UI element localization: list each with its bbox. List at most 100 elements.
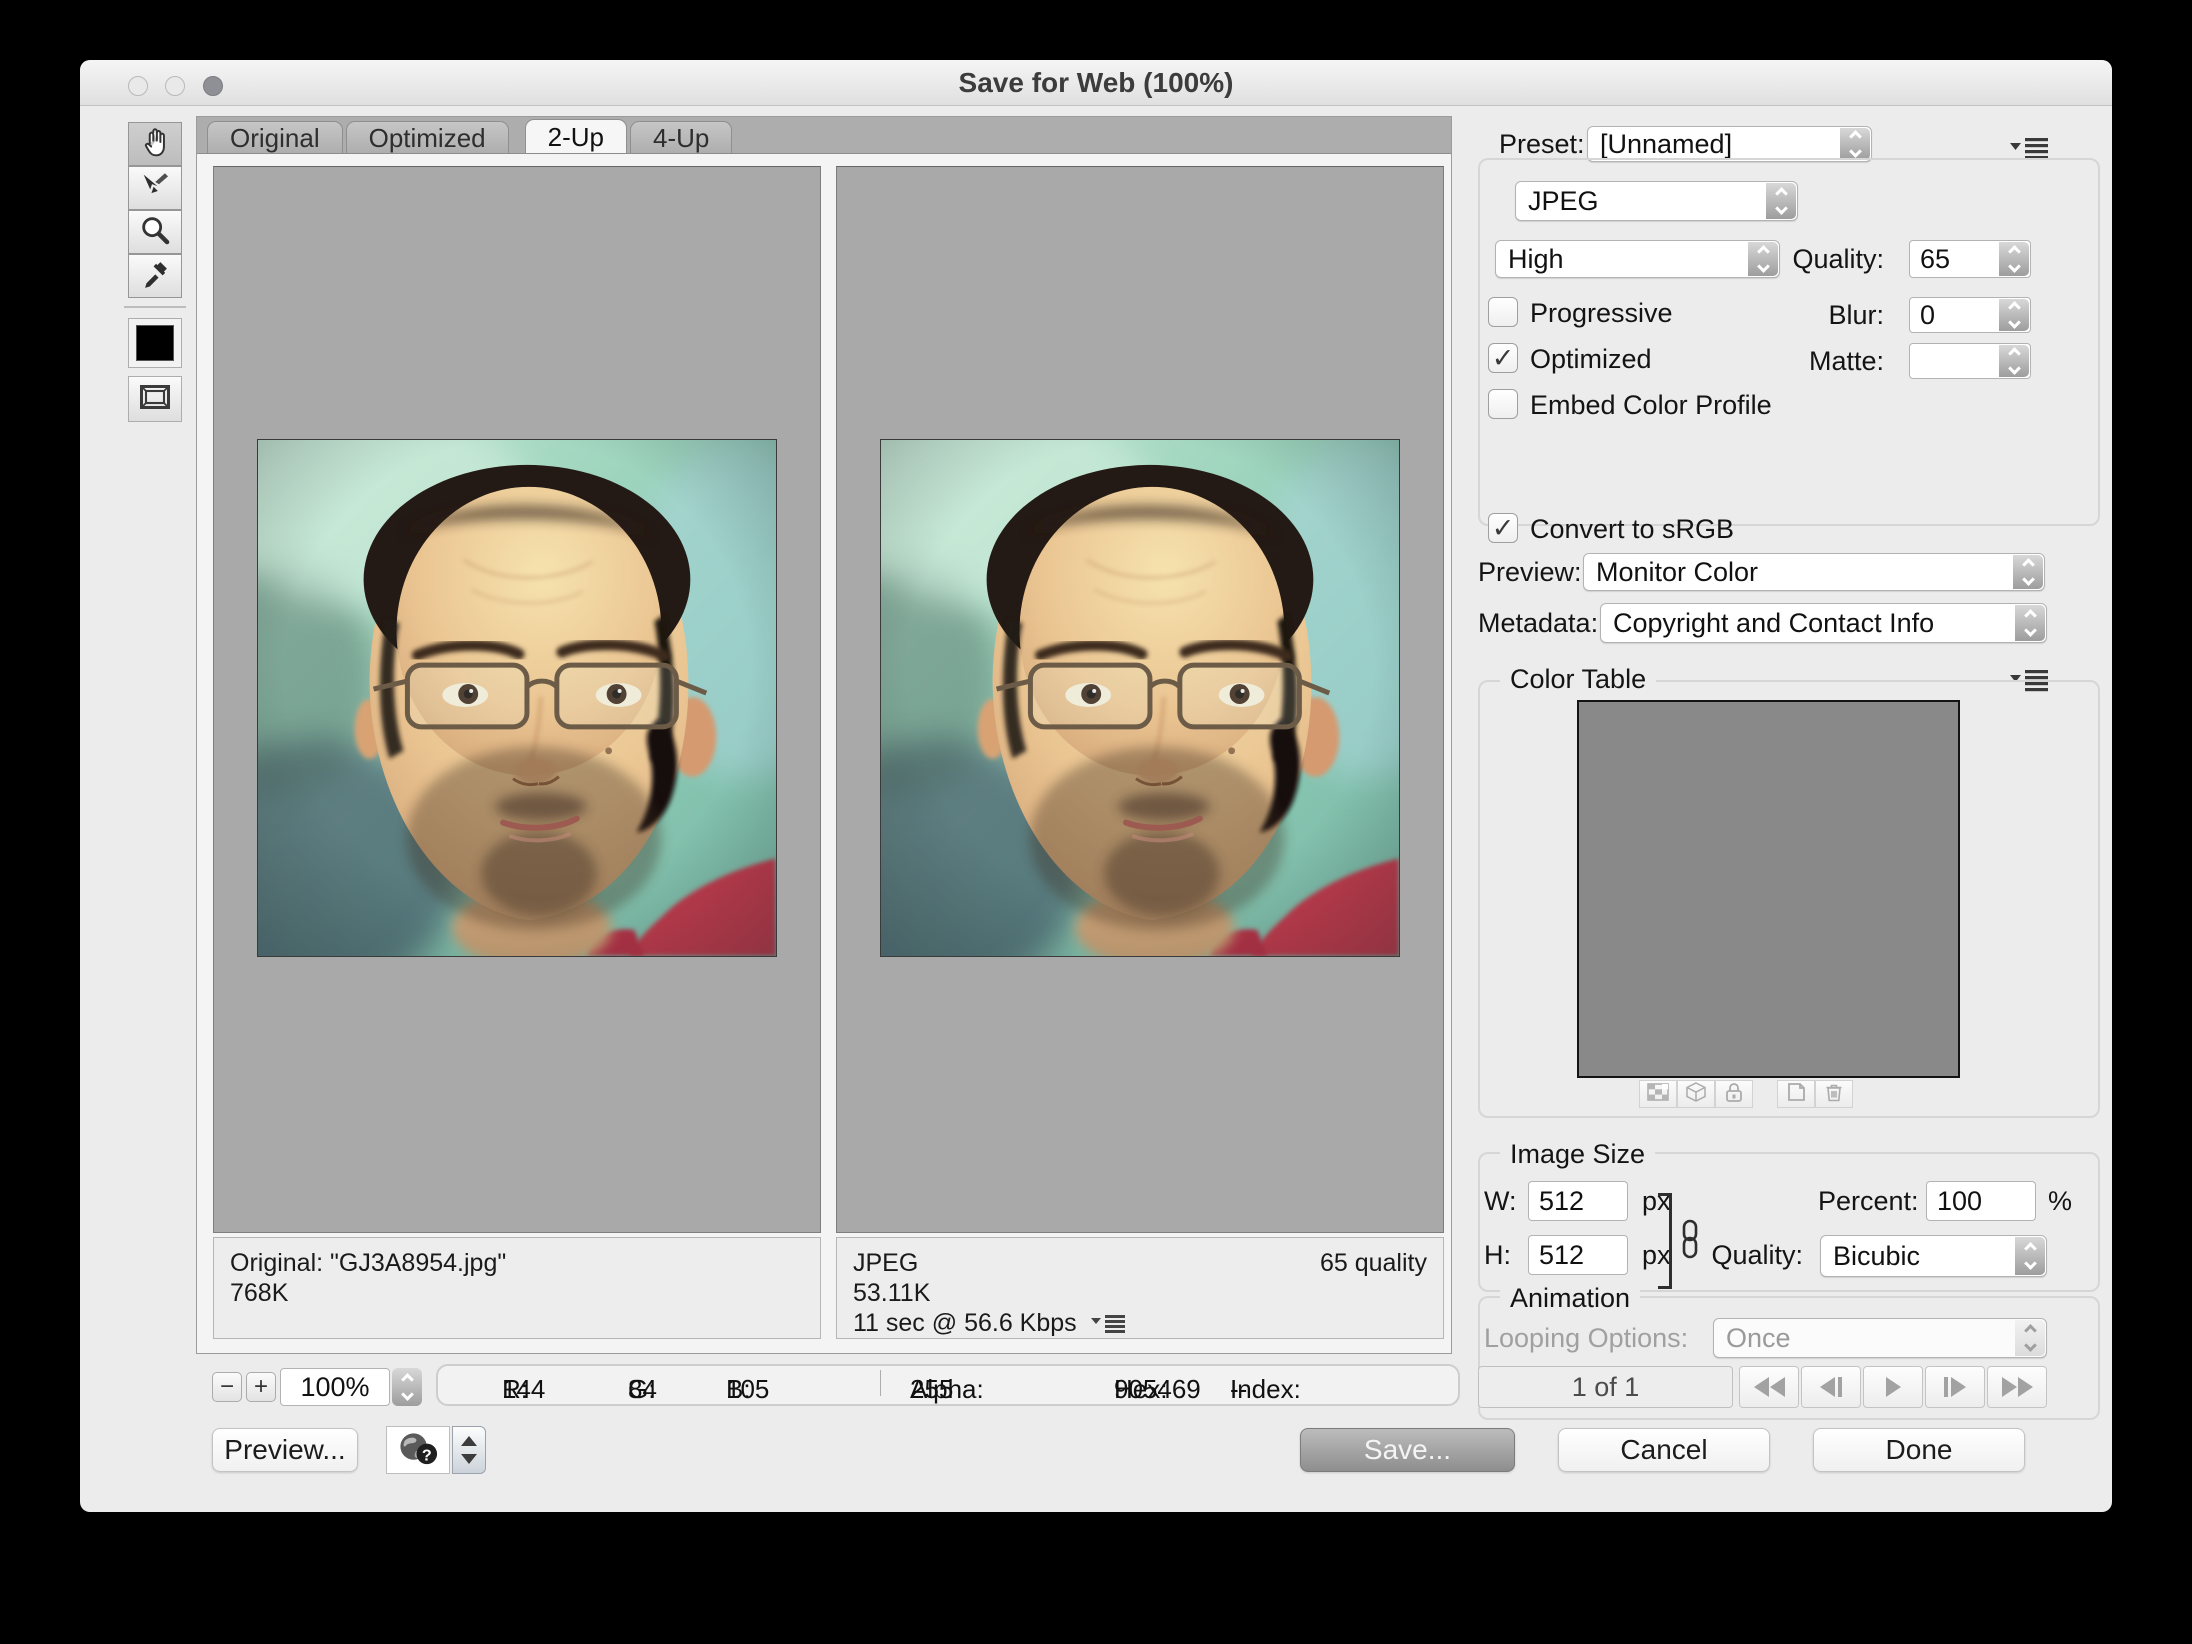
looping-options-value: Once (1726, 1323, 1791, 1354)
slice-select-tool-button[interactable] (128, 166, 182, 210)
optimized-checkbox[interactable]: ✓ (1488, 343, 1518, 373)
metadata-select[interactable]: Copyright and Contact Info (1600, 603, 2047, 643)
matte-field[interactable] (1909, 343, 2031, 379)
preview-region: Original Optimized 2-Up 4-Up Original: "… (196, 116, 1452, 1354)
screen: Save for Web (100%) Original Optimized (0, 0, 2192, 1644)
width-label: W: (1484, 1183, 1517, 1219)
lock-color-button[interactable] (1715, 1080, 1753, 1108)
original-canvas[interactable] (213, 166, 821, 1233)
tab-original[interactable]: Original (207, 121, 343, 153)
window-title: Save for Web (100%) (80, 60, 2112, 106)
width-field[interactable]: 512 (1528, 1181, 1628, 1221)
stepper-icon (1840, 128, 1870, 160)
height-label: H: (1484, 1237, 1511, 1273)
zoom-tool-button[interactable] (128, 210, 182, 254)
plus-icon: + (254, 1373, 268, 1401)
resample-quality-label: Quality: (1711, 1237, 1803, 1273)
optimized-label: Optimized (1530, 341, 1652, 377)
stepper-icon (1766, 183, 1796, 219)
web-shift-button[interactable] (1677, 1080, 1715, 1108)
compression-select[interactable]: High (1495, 240, 1780, 278)
download-speed-menu-icon[interactable] (1091, 1310, 1131, 1336)
preset-menu-icon[interactable] (2010, 134, 2050, 160)
color-table-title: Color Table (1500, 664, 1656, 695)
width-value: 512 (1539, 1186, 1584, 1217)
optimized-filesize: 53.11K (853, 1278, 1427, 1308)
new-color-button[interactable] (1777, 1080, 1815, 1108)
stepper-icon (1748, 242, 1778, 276)
cancel-button-label: Cancel (1620, 1434, 1707, 1466)
next-frame-button[interactable] (1925, 1366, 1985, 1408)
last-frame-icon (2002, 1377, 2033, 1397)
original-filesize: 768K (230, 1278, 804, 1308)
preview-in-browser-button[interactable]: Preview... (212, 1428, 358, 1472)
optimized-canvas[interactable] (836, 166, 1444, 1233)
looping-options-select[interactable]: Once (1713, 1318, 2047, 1358)
readout-divider (880, 1370, 881, 1396)
zoom-in-button[interactable]: + (246, 1372, 276, 1402)
play-button[interactable] (1863, 1366, 1923, 1408)
zoom-level-field[interactable]: 100% (280, 1368, 390, 1406)
transparency-icon (1647, 1083, 1669, 1106)
embed-color-profile-checkbox[interactable] (1488, 389, 1518, 419)
cancel-button[interactable]: Cancel (1558, 1428, 1770, 1472)
r-value: 144 (502, 1374, 545, 1405)
format-value: JPEG (1528, 186, 1599, 217)
blur-label: Blur: (1780, 297, 1884, 333)
format-select[interactable]: JPEG (1515, 181, 1798, 221)
last-frame-button[interactable] (1987, 1366, 2047, 1408)
percent-field[interactable]: 100 (1926, 1181, 2036, 1221)
stepper-icon (1999, 242, 2029, 276)
hex-value: 905469 (1114, 1374, 1201, 1405)
preview-select[interactable]: Monitor Color (1583, 553, 2045, 591)
optimized-photo (880, 439, 1400, 957)
save-button-label: Save... (1364, 1434, 1451, 1466)
delete-color-button[interactable] (1815, 1080, 1853, 1108)
browser-select-stepper[interactable] (452, 1426, 486, 1474)
previous-frame-button[interactable] (1801, 1366, 1861, 1408)
embed-color-profile-label: Embed Color Profile (1530, 387, 1772, 423)
matte-label: Matte: (1780, 343, 1884, 379)
stepper-icon (2015, 1320, 2045, 1356)
toggle-slices-button[interactable] (128, 376, 182, 422)
zoom-level-stepper[interactable] (392, 1368, 422, 1406)
hand-tool-button[interactable] (128, 122, 182, 166)
stepper-icon (1999, 299, 2029, 331)
preset-select[interactable]: [Unnamed] (1587, 126, 1872, 162)
checkmark: ✓ (1492, 513, 1515, 544)
dimension-link-bracket (1658, 1193, 1672, 1289)
convert-srgb-checkbox[interactable]: ✓ (1488, 513, 1518, 543)
view-tabs: Original Optimized 2-Up 4-Up (197, 117, 1451, 154)
first-frame-button[interactable] (1739, 1366, 1799, 1408)
tab-2up[interactable]: 2-Up (525, 119, 627, 153)
zoom-level-value: 100% (300, 1372, 369, 1403)
tab-4up[interactable]: 4-Up (630, 121, 732, 153)
zoom-icon (138, 213, 172, 252)
eyedropper-color-button[interactable] (128, 318, 182, 368)
tab-optimized[interactable]: Optimized (346, 121, 509, 153)
browser-preview-button[interactable]: ? (386, 1426, 450, 1474)
preset-label: Preset: (1499, 126, 1585, 162)
zoom-out-button[interactable]: − (212, 1372, 242, 1402)
quality-field[interactable]: 65 (1909, 240, 2031, 278)
preset-value: [Unnamed] (1600, 129, 1732, 160)
resample-quality-select[interactable]: Bicubic (1820, 1235, 2047, 1277)
metadata-label: Metadata: (1478, 605, 1598, 641)
blur-field[interactable]: 0 (1909, 297, 2031, 333)
stepper-icon (2013, 555, 2043, 589)
eyedropper-tool-button[interactable] (128, 254, 182, 298)
toggle-slices-icon (137, 380, 173, 419)
transparency-button[interactable] (1639, 1080, 1677, 1108)
done-button[interactable]: Done (1813, 1428, 2025, 1472)
original-pane: Original: "GJ3A8954.jpg" 768K (213, 166, 821, 1339)
resample-quality-value: Bicubic (1833, 1241, 1920, 1272)
percent-value: 100 (1937, 1186, 1982, 1217)
color-table-swatches[interactable] (1577, 700, 1960, 1078)
preview-label: Preview: (1478, 554, 1582, 590)
progressive-checkbox[interactable] (1488, 297, 1518, 327)
toolbar-divider (124, 306, 186, 308)
save-button[interactable]: Save... (1300, 1428, 1515, 1472)
quality-value: 65 (1920, 244, 1950, 275)
alpha-value: 255 (910, 1374, 953, 1405)
height-field[interactable]: 512 (1528, 1235, 1628, 1275)
